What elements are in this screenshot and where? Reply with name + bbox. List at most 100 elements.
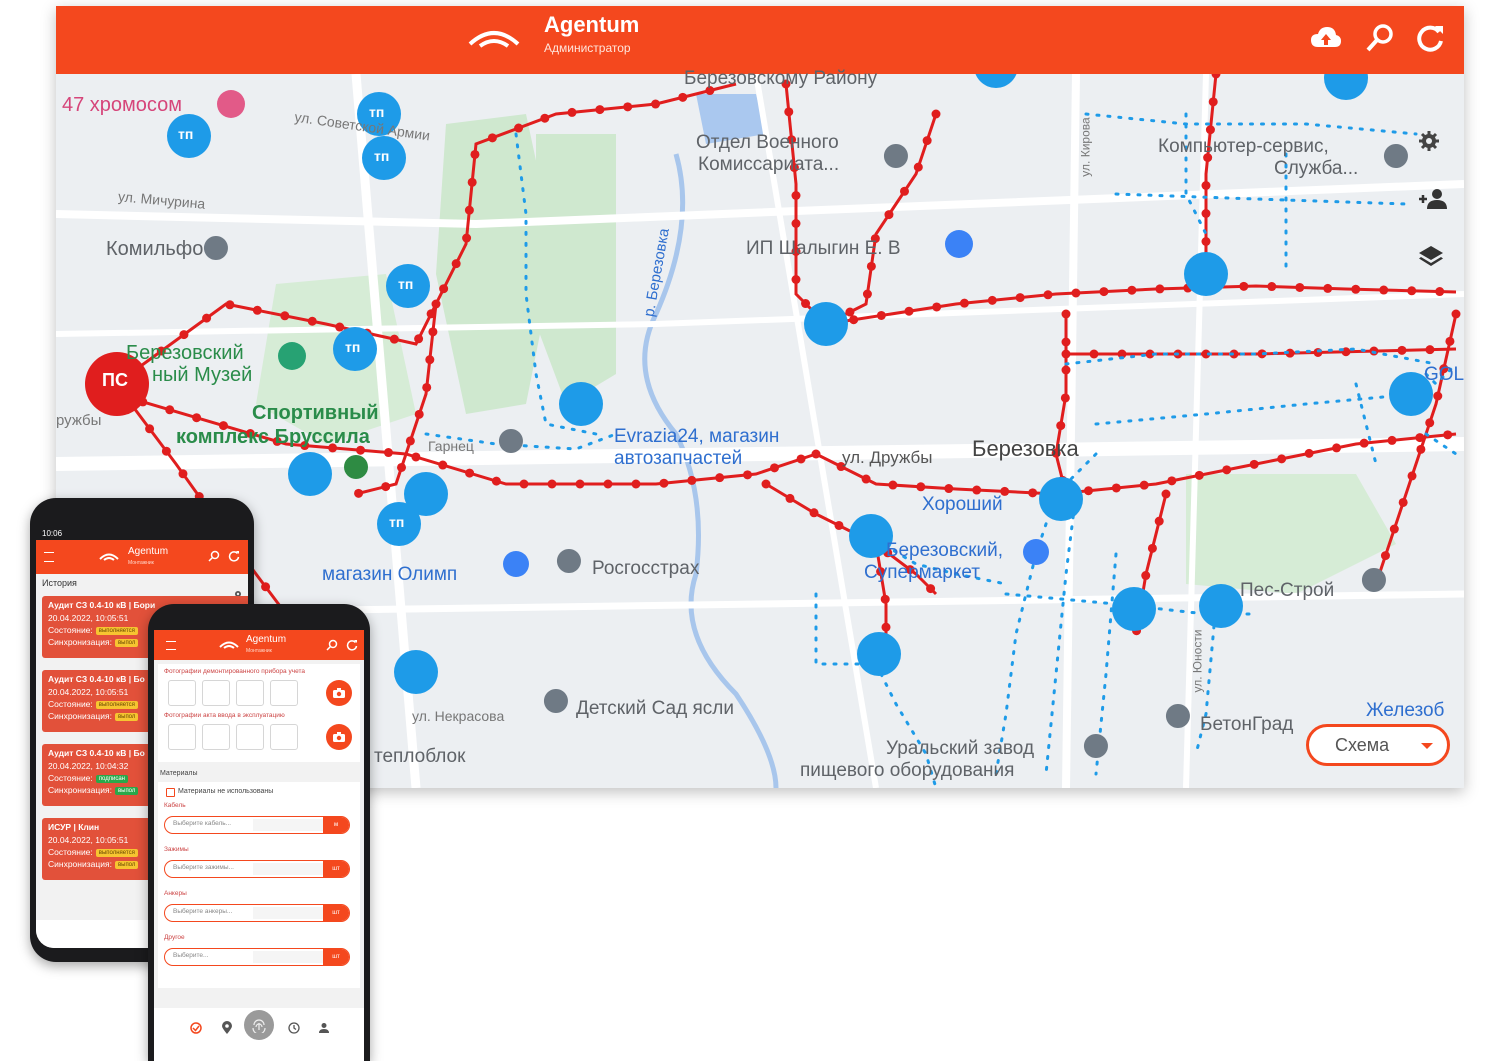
power-node — [603, 479, 613, 489]
power-node — [165, 405, 175, 415]
tp-marker[interactable]: тп — [369, 104, 384, 120]
status-badge: выполняется — [95, 626, 138, 635]
menu-icon[interactable] — [166, 641, 176, 650]
camera-icon — [333, 688, 345, 698]
map-label: Уральский завод — [886, 738, 1035, 759]
map-label: Отдел Военного — [696, 132, 839, 153]
section-title: История — [42, 578, 77, 588]
map-label: ул. Некрасова — [412, 708, 505, 724]
map-label: Хороший — [922, 494, 1003, 515]
power-node — [1359, 438, 1369, 448]
refresh-icon[interactable] — [1412, 20, 1448, 56]
power-node — [547, 479, 557, 489]
add-user-icon[interactable] — [1418, 188, 1458, 228]
power-node — [426, 309, 436, 319]
power-node — [1415, 433, 1425, 443]
power-node — [178, 469, 188, 479]
power-node — [1155, 284, 1165, 294]
power-node — [631, 479, 641, 489]
tp-marker[interactable]: тп — [389, 514, 404, 530]
fingerprint-button[interactable] — [244, 1010, 274, 1040]
top-app-bar: Agentum Администратор — [56, 6, 1464, 74]
power-node — [1398, 497, 1408, 507]
substation-marker[interactable]: ПС — [102, 370, 128, 391]
quantity-input[interactable] — [253, 819, 323, 831]
power-node — [913, 162, 923, 172]
power-node — [932, 302, 942, 312]
photo-slots[interactable] — [168, 724, 298, 750]
group-label: Кабель — [164, 802, 186, 809]
power-node — [1139, 480, 1149, 490]
quantity-input[interactable] — [253, 951, 323, 963]
other-select-row[interactable]: Выберите... шт — [164, 948, 350, 966]
power-node — [411, 452, 421, 462]
power-node — [801, 299, 811, 309]
phone1-app-bar: Agentum Монтажник — [36, 540, 248, 574]
power-node — [252, 305, 262, 315]
refresh-icon[interactable] — [346, 639, 358, 651]
map-label: ИП Шалыгин Е. В — [746, 238, 901, 259]
power-node — [791, 219, 801, 229]
select-placeholder: Выберите анкеры... — [173, 908, 233, 915]
layers-icon[interactable] — [1418, 244, 1458, 284]
refresh-icon[interactable] — [228, 550, 240, 562]
power-node — [1208, 97, 1218, 107]
clamps-select-row[interactable]: Выберите зажимы... шт — [164, 860, 350, 878]
camera-button[interactable] — [326, 680, 352, 706]
power-node — [1443, 430, 1453, 440]
power-node — [904, 306, 914, 316]
power-node — [1407, 471, 1417, 481]
anchors-select-row[interactable]: Выберите анкеры... шт — [164, 904, 350, 922]
power-node — [987, 295, 997, 305]
quantity-input[interactable] — [253, 907, 323, 919]
power-node — [179, 330, 189, 340]
tp-marker[interactable]: тп — [398, 276, 413, 292]
materials-checkbox[interactable] — [166, 788, 175, 797]
power-node — [514, 123, 524, 133]
power-node — [651, 99, 661, 109]
unit-label: м — [323, 817, 349, 833]
search-icon[interactable] — [1362, 20, 1398, 56]
unit-label: шт — [323, 949, 349, 965]
gear-icon[interactable] — [1418, 130, 1458, 170]
photo-label: Фотографии акта ввода в эксплуатацию — [164, 712, 285, 719]
status-badge: выпол — [114, 638, 139, 647]
power-node — [1295, 282, 1305, 292]
tp-marker[interactable]: тп — [374, 148, 389, 164]
photo-slots[interactable] — [168, 680, 298, 706]
task-check-icon[interactable] — [190, 1022, 202, 1034]
tp-marker[interactable]: тп — [178, 126, 193, 142]
power-node — [1277, 454, 1287, 464]
power-node — [1071, 288, 1081, 298]
power-node — [462, 233, 472, 243]
menu-icon[interactable] — [44, 552, 54, 562]
power-node — [464, 205, 474, 215]
camera-button[interactable] — [326, 724, 352, 750]
power-node — [809, 508, 819, 518]
cable-select-row[interactable]: Выберите кабель... м — [164, 816, 350, 834]
schema-select[interactable]: Схема — [1306, 724, 1450, 766]
card-title: Аудит СЗ 0.4-10 кВ | Бо — [48, 674, 145, 684]
search-icon[interactable] — [326, 639, 338, 651]
history-icon[interactable] — [288, 1022, 300, 1034]
power-node — [743, 470, 753, 480]
camera-icon — [333, 732, 345, 742]
location-pin-icon[interactable] — [222, 1021, 232, 1035]
power-node — [678, 92, 688, 102]
map-label: ружбы — [56, 412, 102, 429]
search-icon[interactable] — [208, 550, 220, 562]
power-node — [470, 149, 480, 159]
power-node — [959, 298, 969, 308]
app-subtitle: Администратор — [544, 41, 631, 55]
power-node — [405, 436, 415, 446]
power-node — [791, 275, 801, 285]
quantity-input[interactable] — [253, 863, 323, 875]
phone-materials: Agentum Монтажник Фотографии демонтирова… — [148, 604, 370, 1061]
power-node — [225, 300, 235, 310]
profile-icon[interactable] — [318, 1022, 330, 1034]
schema-select-value: Схема — [1335, 734, 1390, 755]
power-node — [888, 480, 898, 490]
power-node — [876, 310, 886, 320]
tp-marker[interactable]: тп — [345, 339, 360, 355]
cloud-upload-icon[interactable] — [1308, 20, 1344, 56]
